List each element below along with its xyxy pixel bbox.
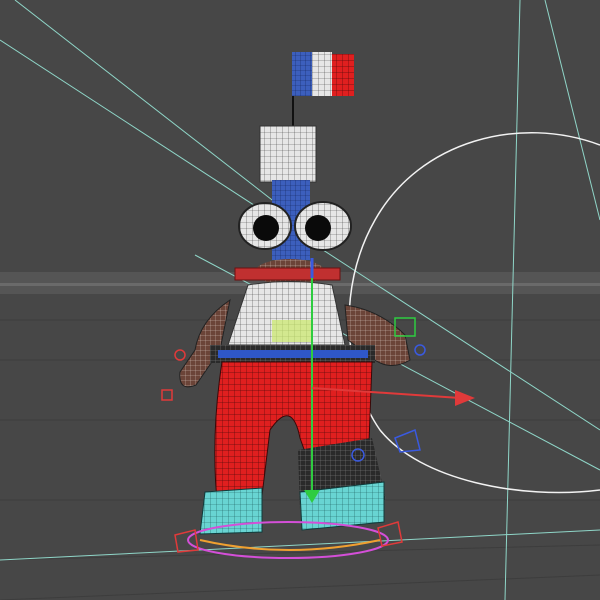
head-block[interactable]: [259, 125, 317, 183]
collar[interactable]: [234, 267, 341, 281]
3d-viewport[interactable]: [0, 0, 600, 600]
